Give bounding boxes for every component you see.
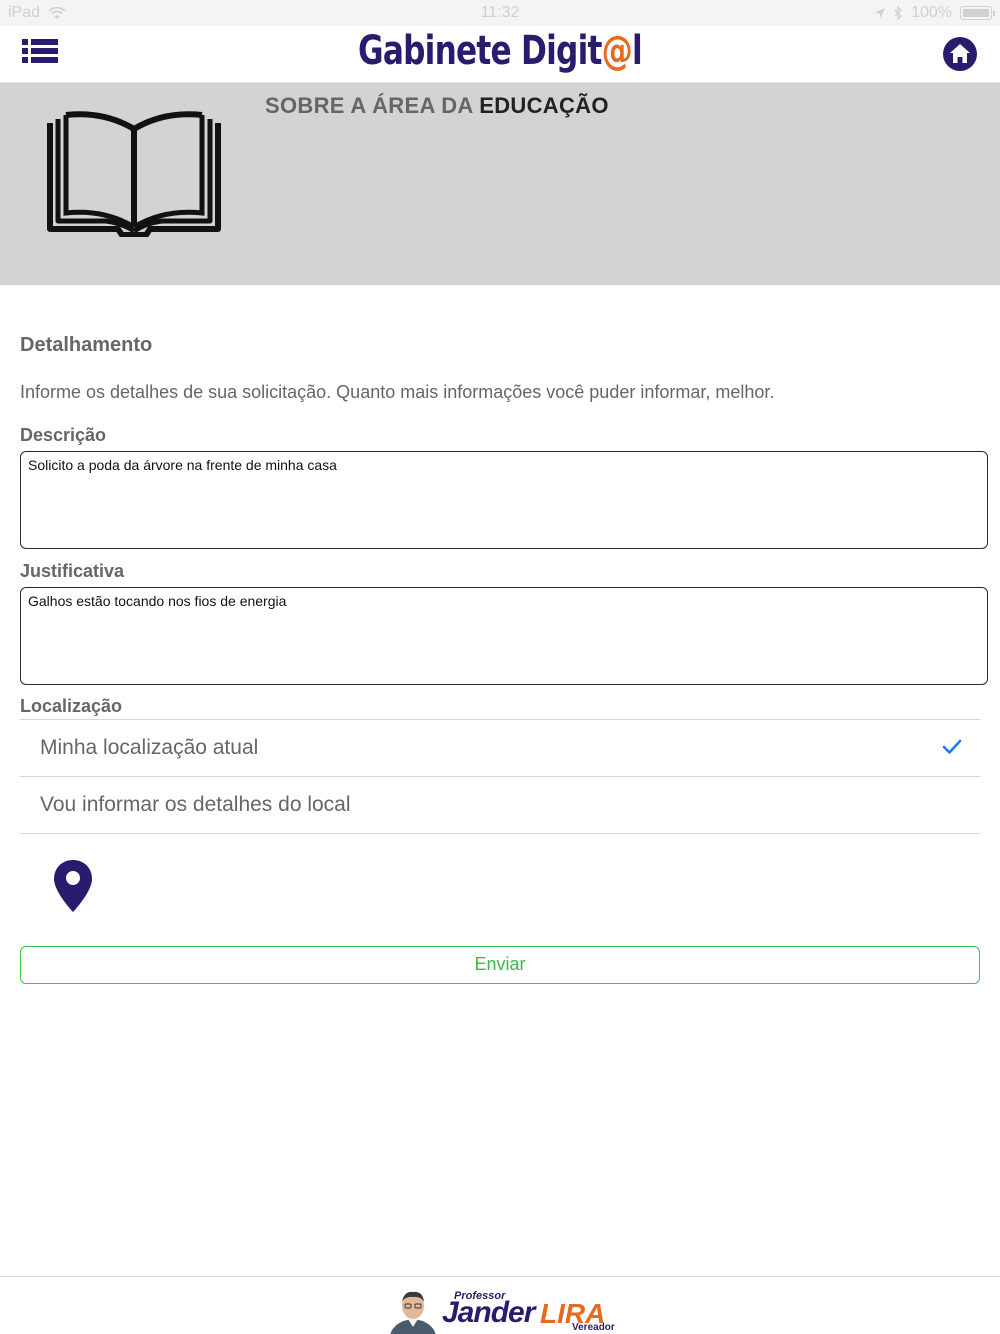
status-bar-right: 100% xyxy=(874,4,995,22)
map-pin-icon[interactable] xyxy=(52,858,94,914)
home-button[interactable] xyxy=(942,36,978,72)
submit-button[interactable]: Enviar xyxy=(20,946,980,984)
category-name: EDUCAÇÃO xyxy=(479,93,609,118)
location-option-label: Minha localização atual xyxy=(40,736,259,759)
location-label: Localização xyxy=(20,696,123,716)
location-option-current[interactable]: Minha localização atual xyxy=(20,720,980,777)
justification-label: Justificativa xyxy=(20,561,125,581)
sponsor-role: Vereador xyxy=(572,1322,615,1333)
menu-button[interactable] xyxy=(22,38,58,64)
category-title-prefix: SOBRE A ÁREA DA xyxy=(265,93,480,118)
status-bar: iPad 11:32 100% xyxy=(0,0,1000,26)
location-options: Minha localização atual Vou informar os … xyxy=(20,719,980,834)
location-arrow-icon xyxy=(875,8,886,18)
brand-main-text: Gabinete Digit xyxy=(358,28,602,74)
category-header: SOBRE A ÁREA DA EDUCAÇÃO xyxy=(0,83,1000,285)
description-field[interactable]: Solicito a poda da árvore na frente de m… xyxy=(20,451,988,549)
battery-icon xyxy=(960,6,995,20)
navbar: Gabinete Digit@l xyxy=(0,26,1000,83)
brand-end-text: l xyxy=(632,28,643,74)
home-icon xyxy=(943,37,977,71)
brand-accent-text: @ xyxy=(601,28,633,74)
intro-text: Informe os detalhes de sua solicitação. … xyxy=(20,382,775,402)
category-title: SOBRE A ÁREA DA EDUCAÇÃO xyxy=(265,93,609,119)
status-time: 11:32 xyxy=(480,4,520,21)
checkmark-icon xyxy=(942,739,962,754)
description-label: Descrição xyxy=(20,425,107,445)
section-title: Detalhamento xyxy=(20,334,153,356)
location-option-label: Vou informar os detalhes do local xyxy=(40,793,351,816)
sponsor-first-name: Jander xyxy=(442,1296,535,1329)
app-logo: Gabinete Digit@l xyxy=(110,28,890,74)
location-option-manual[interactable]: Vou informar os detalhes do local xyxy=(20,777,980,834)
avatar xyxy=(390,1291,436,1334)
footer: Professor Jander LIRA Vereador xyxy=(0,1276,1000,1334)
battery-percent: 100% xyxy=(911,4,952,21)
list-icon xyxy=(22,39,58,63)
bluetooth-icon xyxy=(894,6,902,20)
sponsor-logo: Professor Jander LIRA Vereador xyxy=(388,1285,615,1334)
open-book-icon xyxy=(47,111,221,237)
justification-field[interactable]: Galhos estão tocando nos fios de energia xyxy=(20,587,988,685)
